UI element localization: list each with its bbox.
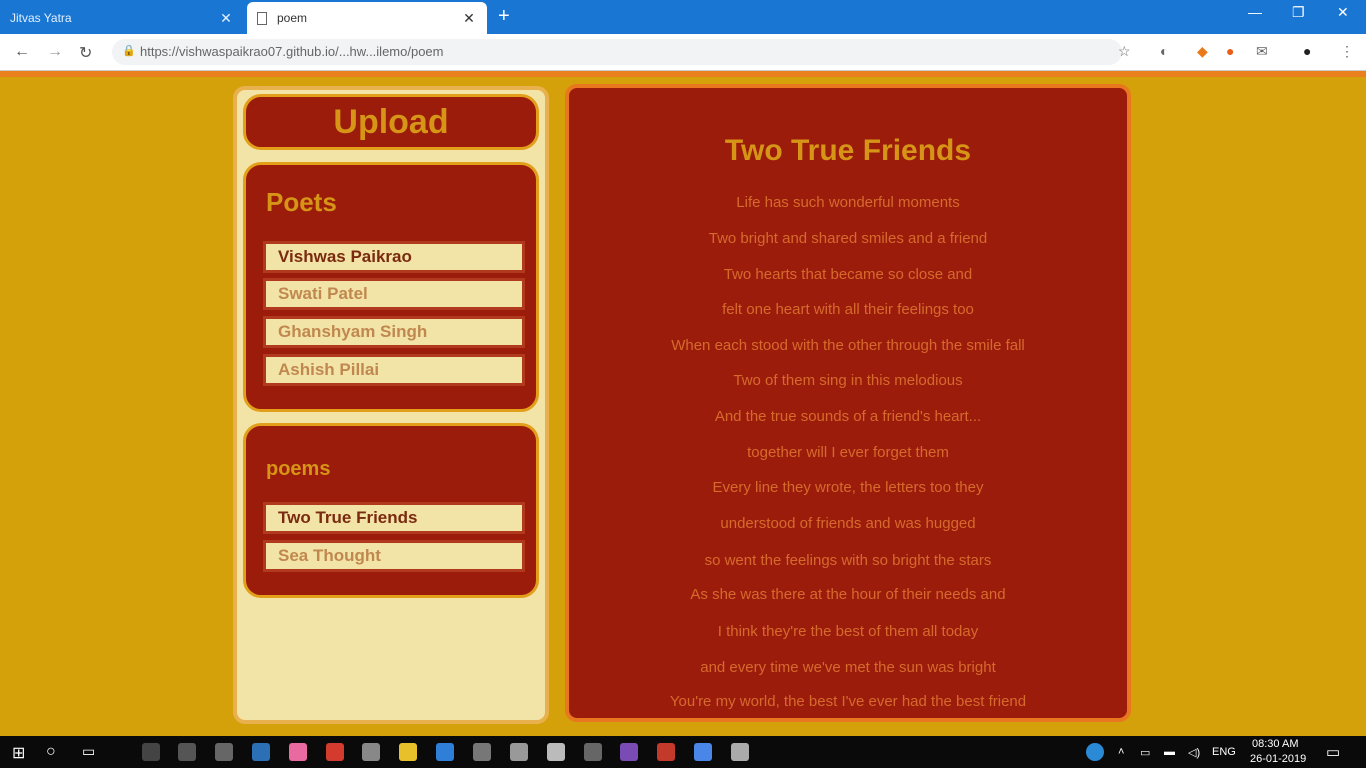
poet-link[interactable]: Swati Patel [263,278,525,310]
address-bar[interactable]: 🔒 https://vishwaspaikrao07.github.io/...… [112,39,1122,65]
windows-start-icon[interactable]: ⊞ [12,743,25,763]
browser-tab-active[interactable]: poem ✕ [247,2,487,34]
poem-panel: Two True Friends Life has such wonderful… [565,84,1131,722]
poem-line: Life has such wonderful moments [736,194,960,211]
poet-link[interactable]: Ashish Pillai [263,354,525,386]
header-strip [0,71,1366,77]
poet-link[interactable]: Ghanshyam Singh [263,316,525,348]
mail-icon[interactable] [473,743,491,761]
clock-time[interactable]: 08:30 AM [1252,738,1298,750]
poem-title: Two True Friends [724,134,972,167]
battery-icon[interactable]: ▬ [1164,746,1175,758]
poem-line: I think they're the best of them all tod… [717,623,979,640]
extension-icon[interactable]: ✉ [1256,43,1268,60]
app-icon[interactable] [510,743,528,761]
settings-icon[interactable] [142,743,160,761]
bookmark-star-icon[interactable]: ☆ [1118,43,1131,60]
forward-icon[interactable]: → [47,43,63,61]
poets-section: Poets Vishwas Paikrao Swati Patel Ghansh… [243,162,539,412]
visual-studio-icon[interactable] [620,743,638,761]
close-icon[interactable]: ✕ [461,10,477,27]
app-icon[interactable] [731,743,749,761]
windows-taskbar: ⊞ ○ ▭ ˄ ▭ ▬ ◁) ENG 08:30 AM 26-01-2019 ▭ [0,736,1366,768]
poem-line: and every time we've met the sun was bri… [700,659,996,676]
dropbox-icon[interactable] [436,743,454,761]
notifications-icon[interactable]: ▭ [1326,743,1340,761]
profile-avatar[interactable]: ● [1303,43,1311,59]
file-explorer-icon[interactable] [399,743,417,761]
poem-line: As she was there at the hour of their ne… [690,586,1006,603]
browser-titlebar: Jitvas Yatra ✕ poem ✕ + — ❐ ✕ [0,0,1366,34]
upload-label: Upload [333,102,449,141]
browser-toolbar: ← → ↻ 🔒 https://vishwaspaikrao07.github.… [0,34,1366,71]
app-icon[interactable] [326,743,344,761]
app-icon[interactable] [178,743,196,761]
reload-icon[interactable]: ↻ [79,43,92,63]
poem-line: Two hearts that became so close and [723,266,973,283]
poet-link[interactable]: Vishwas Paikrao [263,241,525,273]
extension-icon[interactable]: ◆ [1197,43,1208,60]
task-view-icon[interactable]: ▭ [82,743,95,760]
chrome-icon[interactable] [694,743,712,761]
lock-icon: 🔒 [122,45,136,57]
app-icon[interactable] [215,743,233,761]
volume-icon[interactable]: ◁) [1188,746,1200,759]
app-icon[interactable] [289,743,307,761]
store-icon[interactable] [362,743,380,761]
menu-icon[interactable]: ⋮ [1340,43,1354,60]
poem-line: Two of them sing in this melodious [733,372,963,389]
close-window-button[interactable]: ✕ [1337,4,1349,21]
poem-link[interactable]: Two True Friends [263,502,525,534]
poem-link[interactable]: Sea Thought [263,540,525,572]
app-icon[interactable] [547,743,565,761]
tab-label: poem [277,11,308,25]
tab-label: Jitvas Yatra [10,11,72,25]
close-icon[interactable]: ✕ [218,10,234,27]
chevron-up-icon[interactable]: ˄ [1118,746,1124,758]
clock-date[interactable]: 26-01-2019 [1250,753,1306,765]
poem-line: together will I ever forget them [747,444,949,461]
search-icon[interactable]: ○ [46,743,56,761]
poem-line: Two bright and shared smiles and a frien… [708,230,988,247]
maximize-button[interactable]: ❐ [1292,4,1305,21]
back-icon[interactable]: ← [14,43,30,61]
extension-icon[interactable]: ◐ [1160,43,1168,59]
browser-tab[interactable]: Jitvas Yatra ✕ [0,2,244,34]
upload-button[interactable]: Upload [243,94,539,150]
poem-line: And the true sounds of a friend's heart.… [714,408,982,425]
network-icon[interactable]: ▭ [1140,746,1150,759]
app-tray-icon[interactable] [1086,743,1104,761]
url-text: https://vishwaspaikrao07.github.io/...hw… [140,44,444,59]
app-icon[interactable] [584,743,602,761]
app-icon[interactable] [657,743,675,761]
poem-line: felt one heart with all their feelings t… [722,301,974,318]
poems-heading: poems [266,458,331,480]
poets-heading: Poets [266,187,337,217]
minimize-button[interactable]: — [1248,4,1262,20]
new-tab-button[interactable]: + [498,5,510,27]
poem-line: When each stood with the other through t… [671,337,1025,354]
document-icon [257,11,267,25]
poems-section: poems Two True Friends Sea Thought [243,423,539,598]
poem-line: You're my world, the best I've ever had … [669,693,1027,710]
app-icon[interactable] [252,743,270,761]
poem-line: Every line they wrote, the letters too t… [712,479,984,496]
extension-icon[interactable]: ● [1226,43,1234,59]
language-indicator[interactable]: ENG [1212,746,1236,758]
poem-line: understood of friends and was hugged [720,515,976,532]
poem-line: so went the feelings with so bright the … [704,552,992,569]
